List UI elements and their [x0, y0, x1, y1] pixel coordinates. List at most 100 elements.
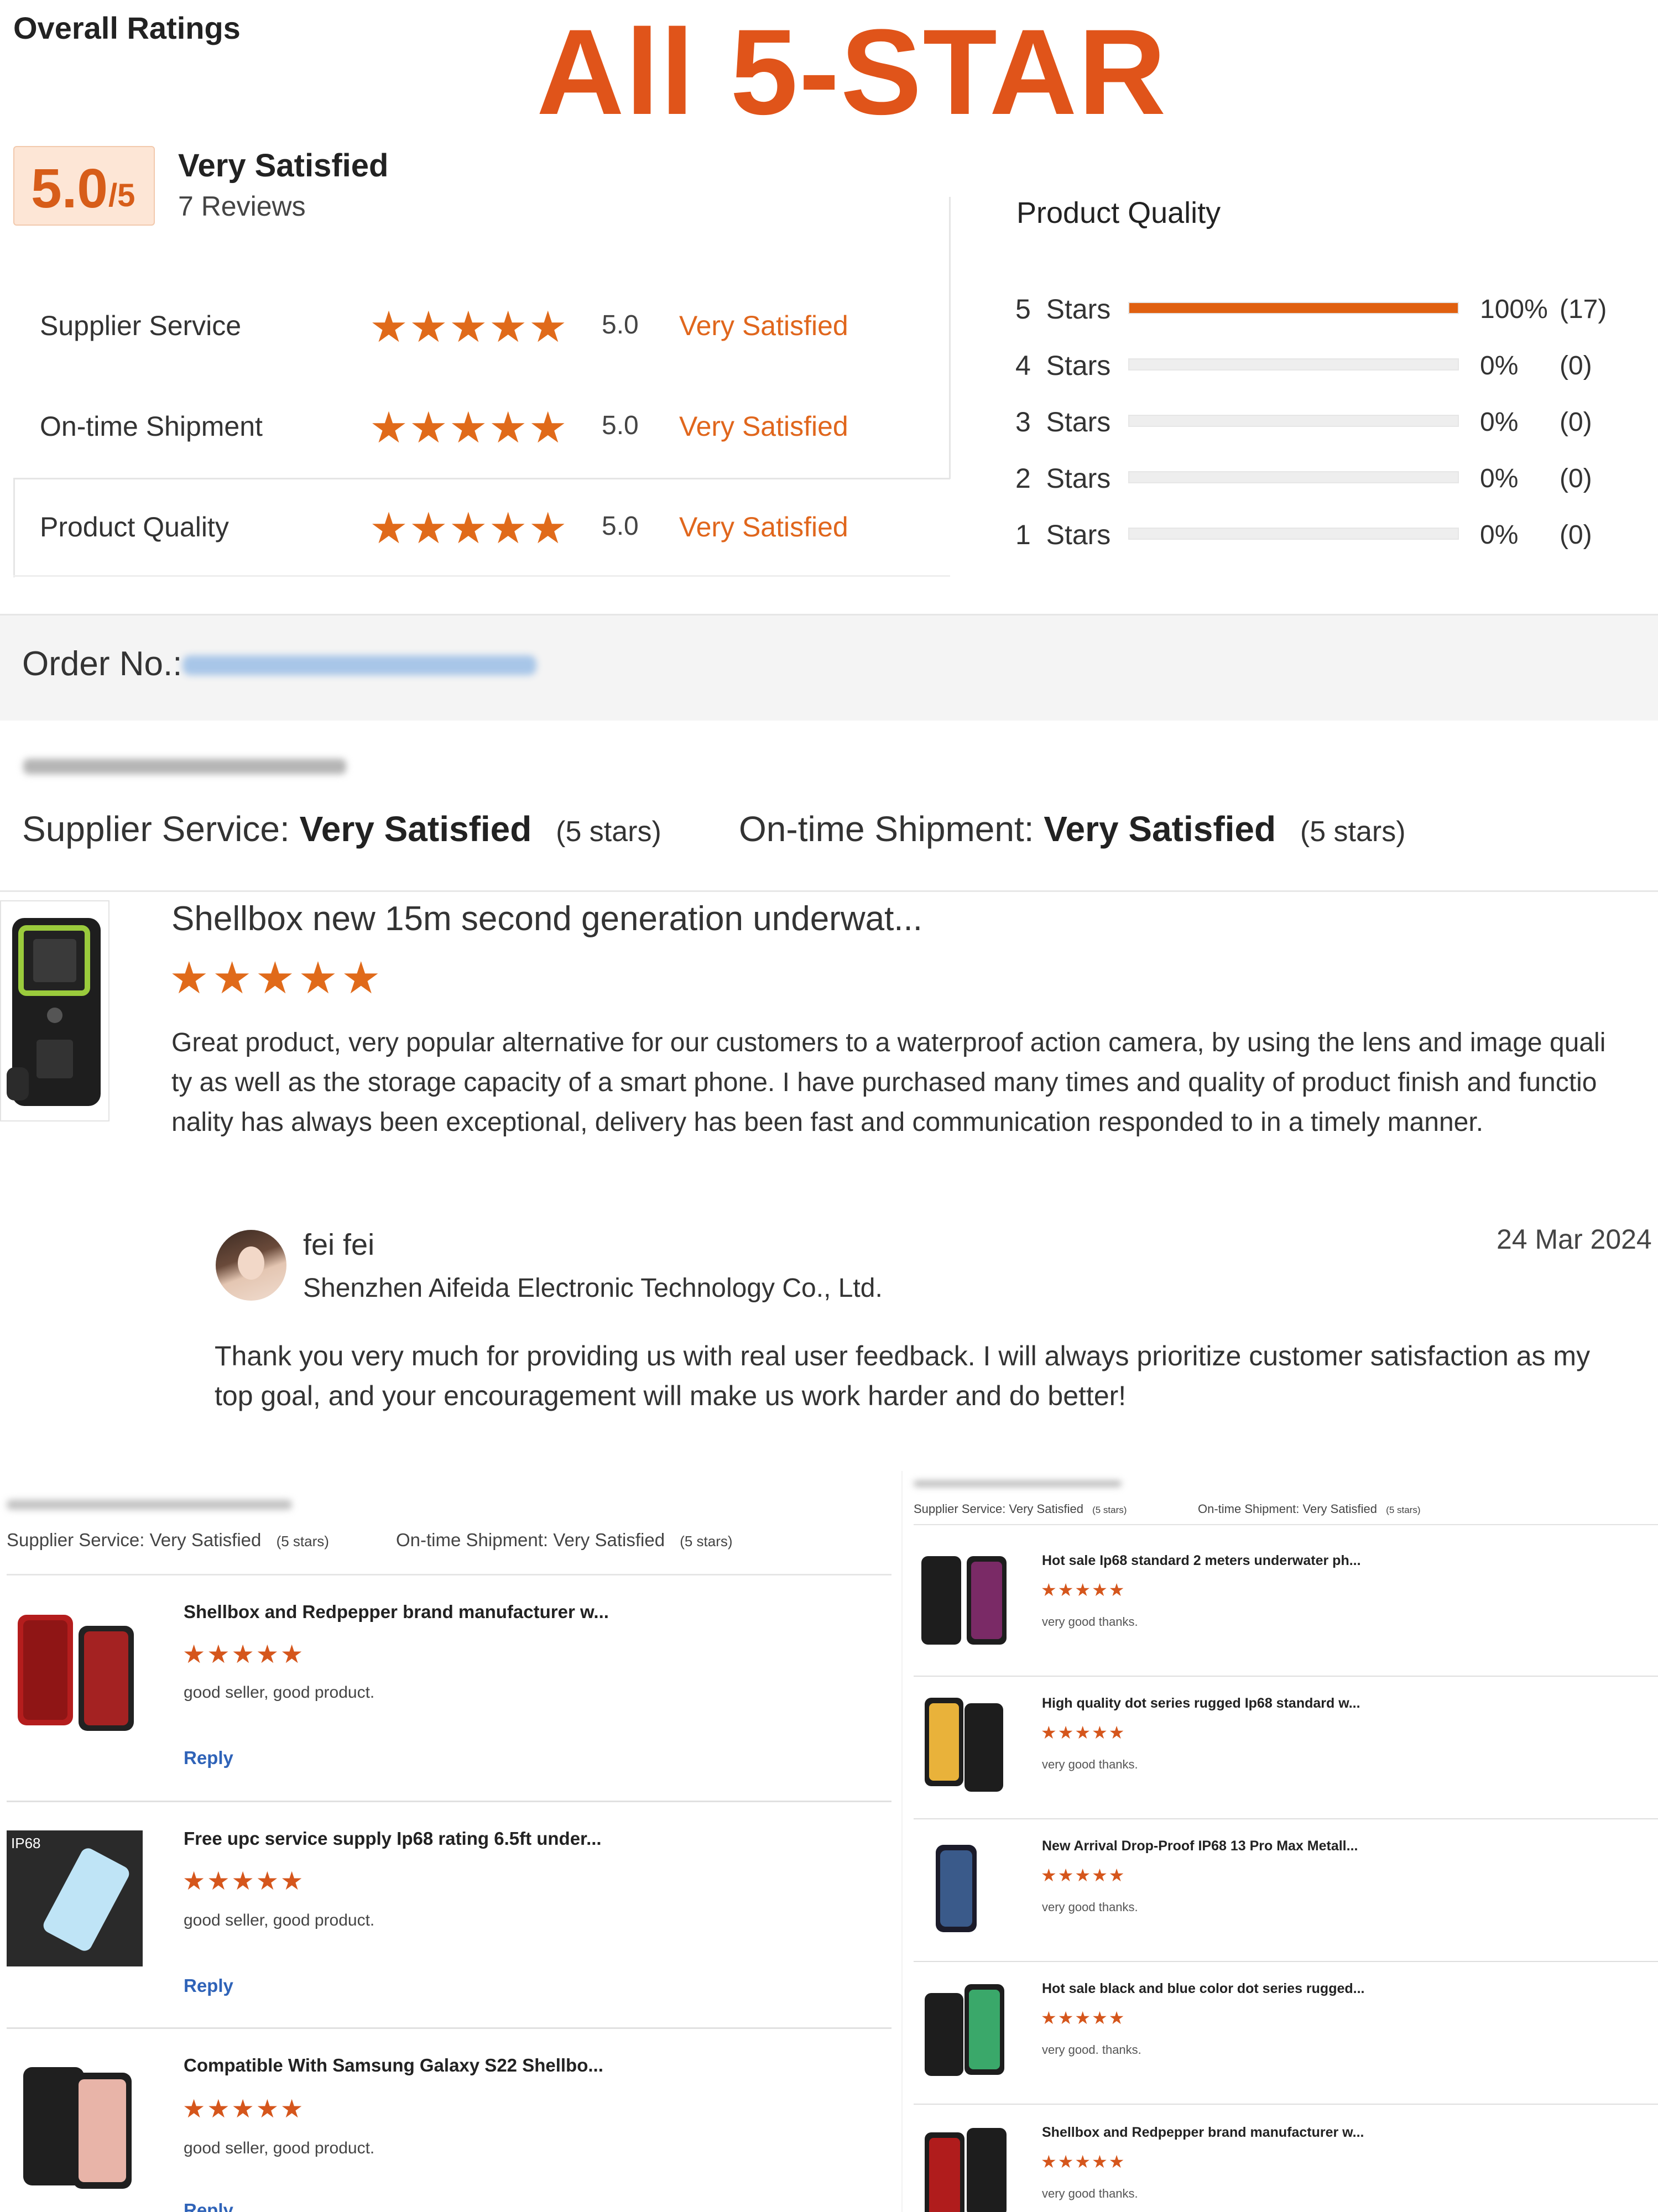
left-item-divider	[7, 2027, 891, 2029]
right-item-stars: ★★★★★	[1041, 1865, 1126, 1885]
redpepper-case-image	[925, 2128, 1007, 2212]
left-item-reply-link[interactable]: Reply	[184, 1747, 233, 1768]
pq-label: 5 Stars	[1015, 294, 1111, 325]
left-item-text: good seller, good product.	[184, 2139, 375, 2157]
left-item-stars: ★★★★★	[183, 2094, 305, 2123]
pq-row-3: 3 Stars 0% (0)	[0, 404, 1658, 442]
right-item-title[interactable]: Shellbox and Redpepper brand manufacture…	[1042, 2125, 1364, 2141]
right-item-thumbnail[interactable]	[914, 2121, 1013, 2212]
review-shipment-label: On-time Shipment:	[739, 809, 1034, 849]
pq-row-2: 2 Stars 0% (0)	[0, 460, 1658, 499]
score-value: 5.0	[31, 158, 108, 220]
review-divider	[0, 890, 1658, 892]
reply-avatar	[216, 1230, 286, 1301]
left-item-text: good seller, good product.	[184, 1911, 375, 1929]
pq-percent: 0%	[1480, 351, 1519, 380]
left-item-title[interactable]: Free upc service supply Ip68 rating 6.5f…	[184, 1828, 602, 1849]
left-on-time-shipment: On-time Shipment: Very Satisfied (5 star…	[396, 1530, 733, 1551]
review-text: Great product, very popular alternative …	[171, 1028, 1606, 1137]
right-on-time-shipment: On-time Shipment: Very Satisfied (5 star…	[1198, 1502, 1421, 1516]
right-item-thumbnail[interactable]	[914, 1834, 1013, 1939]
pq-percent: 100%	[1480, 295, 1548, 324]
review-shipment-stars: (5 stars)	[1300, 816, 1406, 848]
review-supplier-service: Supplier Service: Very Satisfied (5 star…	[22, 808, 661, 849]
right-shipment-text: On-time Shipment: Very Satisfied	[1198, 1502, 1378, 1516]
right-supplier-stars: (5 stars)	[1092, 1505, 1127, 1515]
right-supplier-text: Supplier Service: Very Satisfied	[914, 1502, 1083, 1516]
summary-verdict: Very Satisfied	[178, 148, 389, 184]
dot-series-case-image	[925, 1698, 1003, 1792]
samsung-case-image	[23, 2067, 132, 2189]
pq-bar-fill	[1129, 303, 1458, 313]
left-supplier-text: Supplier Service: Very Satisfied	[7, 1530, 262, 1550]
pq-bar	[1128, 528, 1459, 540]
reply-text: Thank you very much for providing us wit…	[215, 1340, 1591, 1411]
left-item-stars: ★★★★★	[183, 1866, 305, 1895]
review-shipment-value: Very Satisfied	[1044, 809, 1276, 849]
left-item-thumbnail[interactable]	[7, 2056, 145, 2194]
left-shipment-text: On-time Shipment: Very Satisfied	[396, 1530, 665, 1550]
right-reviewer-redacted	[914, 1481, 1122, 1486]
pq-row-5: 5 Stars 100% (17)	[0, 291, 1658, 330]
right-item-divider	[914, 1961, 1658, 1962]
review-supplier-value: Very Satisfied	[299, 809, 532, 849]
left-item-stars: ★★★★★	[183, 1640, 305, 1668]
banner-title: All 5-STAR	[536, 4, 1167, 140]
right-item-title[interactable]: Hot sale black and blue color dot series…	[1042, 1981, 1364, 1997]
reviewer-name-redacted	[23, 759, 346, 774]
left-item-thumbnail[interactable]: IP68	[7, 1830, 143, 1966]
left-shipment-stars: (5 stars)	[680, 1533, 733, 1550]
right-item-stars: ★★★★★	[1041, 2152, 1126, 2172]
pq-count: (0)	[1560, 351, 1592, 380]
pq-row-1: 1 Stars 0% (0)	[0, 517, 1658, 555]
ip68-badge: IP68	[11, 1835, 41, 1851]
pq-count: (0)	[1560, 520, 1592, 550]
right-item-stars: ★★★★★	[1041, 1723, 1126, 1743]
right-item-text: very good thanks.	[1042, 1757, 1138, 1771]
left-item-title[interactable]: Compatible With Samsung Galaxy S22 Shell…	[184, 2055, 603, 2076]
pq-count: (17)	[1560, 295, 1607, 324]
right-item-title[interactable]: Hot sale Ip68 standard 2 meters underwat…	[1042, 1553, 1361, 1569]
reply-company: Shenzhen Aifeida Electronic Technology C…	[303, 1274, 883, 1303]
left-reviewer-redacted	[7, 1500, 292, 1510]
score-badge: 5.0 /5	[13, 146, 155, 226]
reply-name: fei fei	[303, 1228, 375, 1261]
right-supplier-service: Supplier Service: Very Satisfied (5 star…	[914, 1502, 1127, 1516]
drop-proof-case-image	[936, 1845, 977, 1932]
pq-percent: 0%	[1480, 464, 1519, 493]
right-item-thumbnail[interactable]	[914, 1976, 1013, 2081]
ip68-phone-image: IP68	[7, 1830, 143, 1966]
left-item-thumbnail[interactable]	[7, 1601, 145, 1740]
left-item-reply-link[interactable]: Reply	[184, 2200, 233, 2212]
pq-percent: 0%	[1480, 520, 1519, 550]
right-item-text: very good. thanks.	[1042, 2043, 1141, 2057]
reviews-count[interactable]: 7 Reviews	[178, 190, 306, 222]
right-shipment-stars: (5 stars)	[1386, 1505, 1421, 1515]
left-item-reply-link[interactable]: Reply	[184, 1975, 233, 1996]
product-thumbnail[interactable]	[0, 900, 110, 1121]
right-item-text: very good thanks.	[1042, 1900, 1138, 1914]
product-quality-title: Product Quality	[1016, 196, 1221, 229]
review-supplier-label: Supplier Service:	[22, 809, 290, 849]
pq-bar	[1128, 471, 1459, 483]
right-item-thumbnail[interactable]	[914, 1691, 1013, 1796]
left-item-title[interactable]: Shellbox and Redpepper brand manufacture…	[184, 1601, 609, 1623]
phone-case-image	[18, 1615, 134, 1731]
pq-label: 3 Stars	[1015, 406, 1111, 437]
right-divider	[914, 1524, 1658, 1525]
phone-case-image	[921, 1556, 1007, 1645]
right-item-title[interactable]: New Arrival Drop-Proof IP68 13 Pro Max M…	[1042, 1838, 1358, 1854]
right-item-stars: ★★★★★	[1041, 2008, 1126, 2028]
ratings-box-bottom-border	[13, 575, 950, 577]
column-separator	[901, 1471, 903, 2212]
right-item-text: very good thanks.	[1042, 1615, 1138, 1629]
review-product-title[interactable]: Shellbox new 15m second generation under…	[171, 899, 922, 938]
left-divider	[7, 1574, 891, 1575]
order-header: Order No.:	[0, 614, 1658, 721]
right-item-title[interactable]: High quality dot series rugged Ip68 stan…	[1042, 1695, 1360, 1712]
right-item-thumbnail[interactable]	[914, 1548, 1013, 1653]
blue-dot-case-image	[925, 1984, 1004, 2076]
review-supplier-stars: (5 stars)	[556, 816, 661, 848]
pq-percent: 0%	[1480, 408, 1519, 437]
right-item-divider	[914, 1676, 1658, 1677]
